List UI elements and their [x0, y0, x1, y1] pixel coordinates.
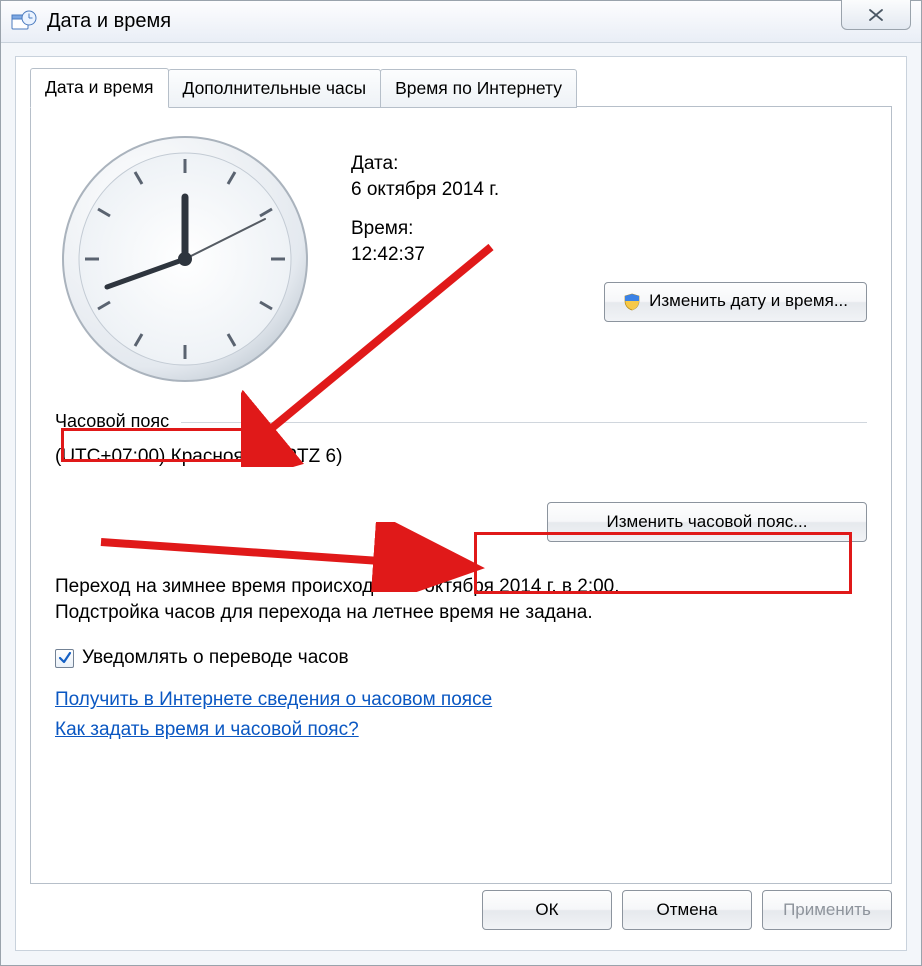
timezone-heading: Часовой пояс — [55, 411, 169, 432]
tab-date-and-time[interactable]: Дата и время — [30, 68, 169, 108]
tab-additional-clocks[interactable]: Дополнительные часы — [168, 69, 382, 108]
timezone-value: (UTC+07:00) Красноярск (RTZ 6) — [55, 446, 867, 468]
ok-button[interactable]: ОК — [482, 890, 612, 930]
link-timezone-info[interactable]: Получить в Интернете сведения о часовом … — [55, 689, 492, 711]
dst-line2: Подстройка часов для перехода на летнее … — [55, 600, 867, 626]
window-title: Дата и время — [47, 10, 171, 33]
window-date-and-time: Дата и время Дата и время Дополнительные… — [0, 0, 922, 966]
client-area: Дата и время Дополнительные часы Время п… — [15, 56, 907, 951]
time-value: 12:42:37 — [351, 242, 867, 268]
analog-clock — [55, 129, 315, 389]
link-how-to-set[interactable]: Как задать время и часовой пояс? — [55, 719, 359, 741]
tab-panel: Дата: 6 октября 2014 г. Время: 12:42:37 — [30, 106, 892, 884]
datetime-info: Дата: 6 октября 2014 г. Время: 12:42:37 — [351, 129, 867, 389]
change-datetime-button[interactable]: Изменить дату и время... — [604, 282, 867, 322]
timezone-section: Часовой пояс (UTC+07:00) Красноярск (RTZ… — [55, 411, 867, 542]
cancel-label: Отмена — [657, 900, 718, 920]
dst-info: Переход на зимнее время происходит 26 ок… — [55, 574, 867, 625]
cancel-button[interactable]: Отмена — [622, 890, 752, 930]
time-label: Время: — [351, 216, 867, 242]
apply-button[interactable]: Применить — [762, 890, 892, 930]
tab-internet-time[interactable]: Время по Интернету — [380, 69, 577, 108]
notify-checkbox-label: Уведомлять о переводе часов — [82, 647, 349, 669]
close-button[interactable] — [841, 0, 911, 30]
notify-checkbox[interactable] — [55, 649, 74, 668]
titlebar: Дата и время — [1, 1, 921, 43]
ok-label: ОК — [535, 900, 558, 920]
apply-label: Применить — [783, 900, 871, 920]
clock-calendar-icon — [11, 9, 37, 35]
dst-line1: Переход на зимнее время происходит 26 ок… — [55, 574, 867, 600]
change-timezone-label: Изменить часовой пояс... — [607, 512, 808, 532]
date-value: 6 октября 2014 г. — [351, 177, 867, 203]
date-label: Дата: — [351, 151, 867, 177]
uac-shield-icon — [623, 293, 641, 311]
tab-strip: Дата и время Дополнительные часы Время п… — [30, 67, 906, 107]
change-datetime-label: Изменить дату и время... — [649, 290, 848, 313]
divider — [181, 422, 867, 423]
dialog-button-bar: ОК Отмена Применить — [30, 890, 892, 936]
change-timezone-button[interactable]: Изменить часовой пояс... — [547, 502, 867, 542]
